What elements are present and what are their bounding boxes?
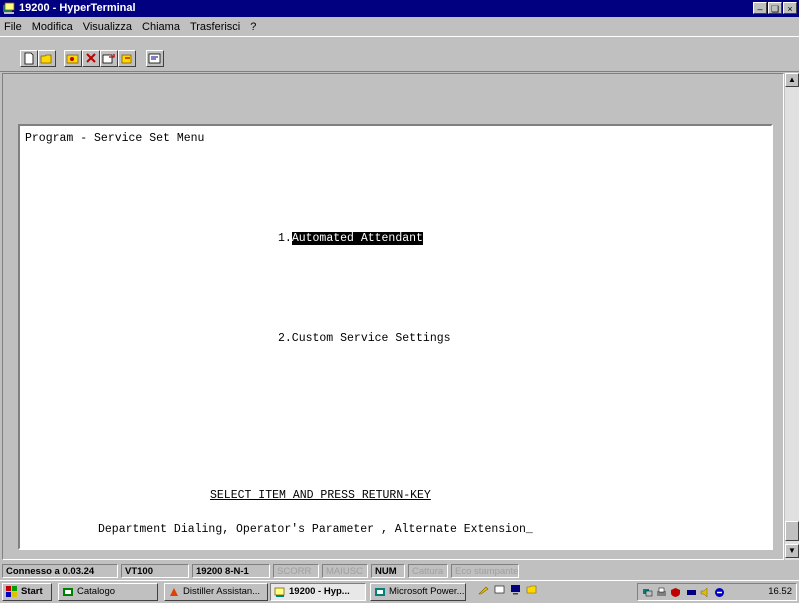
tray-shield-icon[interactable] bbox=[670, 587, 681, 598]
status-num: NUM bbox=[371, 563, 405, 578]
powerpoint-icon bbox=[375, 588, 385, 596]
status-port: 19200 8-N-1 bbox=[192, 563, 270, 578]
maximize-button[interactable]: ❑ bbox=[768, 2, 782, 14]
task-label: 19200 - Hyp... bbox=[289, 586, 350, 597]
new-icon bbox=[24, 52, 34, 65]
menu-trasferisci[interactable]: Trasferisci bbox=[190, 21, 240, 33]
hyperterminal-icon bbox=[274, 587, 285, 597]
quicklaunch-desktop-icon[interactable] bbox=[494, 584, 505, 595]
receive-button[interactable] bbox=[118, 50, 136, 67]
close-button[interactable]: × bbox=[783, 2, 797, 14]
tray-speaker-icon[interactable] bbox=[700, 587, 711, 598]
window-title: 19200 - HyperTerminal bbox=[19, 2, 136, 14]
quicklaunch-folder-icon[interactable] bbox=[526, 584, 537, 595]
send-button[interactable] bbox=[100, 50, 118, 67]
status-emulation: VT100 bbox=[121, 563, 189, 578]
open-icon bbox=[40, 54, 52, 64]
receive-icon bbox=[121, 54, 132, 64]
start-label: Start bbox=[21, 586, 43, 597]
scroll-up-button[interactable]: ▲ bbox=[785, 73, 799, 87]
send-icon bbox=[102, 54, 115, 64]
task-label: Microsoft Power... bbox=[389, 586, 465, 597]
tray-printer-icon[interactable] bbox=[656, 587, 667, 598]
properties-button[interactable] bbox=[146, 50, 164, 67]
distiller-icon bbox=[170, 588, 178, 596]
status-scroll: SCORR bbox=[273, 563, 319, 578]
windows-logo-icon bbox=[6, 586, 17, 597]
menu-item-automated-attendant[interactable]: 1.Automated Attendant bbox=[278, 232, 423, 245]
task-distiller[interactable]: Distiller Assistan... bbox=[164, 583, 268, 601]
start-button[interactable]: Start bbox=[2, 583, 52, 601]
menu-visualizza[interactable]: Visualizza bbox=[83, 21, 132, 33]
menu-item-selected-label: Automated Attendant bbox=[291, 232, 423, 245]
terminal-screen[interactable]: Program - Service Set Menu 1.Automated A… bbox=[18, 124, 773, 550]
taskbar: Start Catalogo Distiller Assistan... 192… bbox=[0, 580, 799, 603]
menu-file[interactable]: File bbox=[4, 21, 22, 33]
properties-icon bbox=[148, 53, 161, 64]
open-button[interactable] bbox=[38, 50, 56, 67]
task-powerpoint[interactable]: Microsoft Power... bbox=[370, 583, 466, 601]
scroll-thumb[interactable] bbox=[785, 521, 799, 541]
quicklaunch-monitor-icon[interactable] bbox=[510, 584, 521, 595]
menu-chiama[interactable]: Chiama bbox=[142, 21, 180, 33]
catalog-icon bbox=[63, 588, 73, 596]
quicklaunch-pen-icon[interactable] bbox=[478, 584, 489, 595]
connect-button[interactable] bbox=[64, 50, 82, 67]
status-line-text: Department Dialing, Operator's Parameter… bbox=[98, 523, 526, 536]
status-capture: Cattura bbox=[408, 563, 448, 578]
system-tray: 16.52 bbox=[637, 583, 797, 601]
task-label: Distiller Assistan... bbox=[183, 586, 261, 597]
menu-modifica[interactable]: Modifica bbox=[32, 21, 73, 33]
menu-item-number: 1. bbox=[278, 232, 292, 245]
task-hyperterminal[interactable]: 19200 - Hyp... bbox=[270, 583, 366, 601]
tray-modem-icon[interactable] bbox=[686, 587, 697, 598]
task-label: Catalogo bbox=[77, 586, 116, 597]
new-button[interactable] bbox=[20, 50, 38, 67]
connect-icon bbox=[66, 54, 79, 64]
menu-header: Program - Service Set Menu bbox=[25, 132, 205, 145]
status-echo: Eco stampante bbox=[451, 563, 519, 578]
disconnect-button[interactable] bbox=[82, 50, 100, 67]
title-bar: 19200 - HyperTerminal – ❑ × bbox=[0, 0, 799, 17]
status-line: Department Dialing, Operator's Parameter… bbox=[98, 523, 533, 536]
scroll-down-button[interactable]: ▼ bbox=[785, 544, 799, 558]
tray-network-icon[interactable] bbox=[642, 587, 653, 598]
task-catalogo[interactable]: Catalogo bbox=[58, 583, 158, 601]
status-caps: MAIUSC bbox=[322, 563, 368, 578]
vertical-scrollbar[interactable]: ▲ ▼ bbox=[785, 73, 799, 560]
tray-antivirus-icon[interactable] bbox=[714, 587, 725, 598]
disconnect-icon bbox=[86, 53, 96, 63]
menu-bar: File Modifica Visualizza Chiama Trasferi… bbox=[0, 18, 799, 35]
status-connected: Connesso a 0.03.24 bbox=[2, 563, 118, 578]
terminal-client-area: Program - Service Set Menu 1.Automated A… bbox=[2, 73, 784, 560]
terminal-cursor: _ bbox=[525, 523, 533, 536]
menu-help[interactable]: ? bbox=[250, 21, 256, 33]
status-bar: Connesso a 0.03.24 VT100 19200 8-N-1 SCO… bbox=[0, 562, 799, 579]
minimize-button[interactable]: – bbox=[753, 2, 767, 14]
select-prompt: SELECT ITEM AND PRESS RETURN-KEY bbox=[210, 489, 431, 502]
menu-item-custom-service-settings[interactable]: 2.Custom Service Settings bbox=[278, 332, 451, 345]
hyperterminal-icon bbox=[3, 2, 15, 14]
clock[interactable]: 16.52 bbox=[768, 586, 792, 597]
toolbar bbox=[0, 36, 799, 72]
